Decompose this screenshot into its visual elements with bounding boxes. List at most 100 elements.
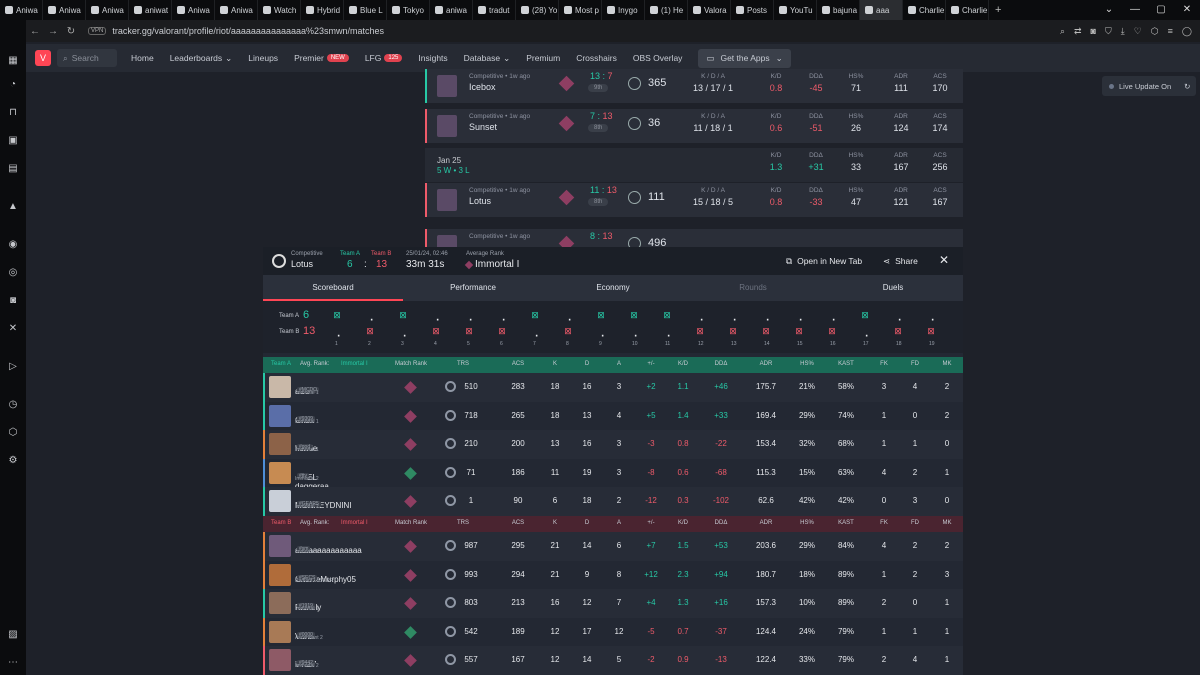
minimize-tabs-button[interactable]: ⌄: [1096, 0, 1122, 20]
settings-icon[interactable]: ⚙: [7, 454, 19, 466]
aria-icon[interactable]: ▲: [7, 200, 19, 212]
whatsapp-icon[interactable]: ◎: [7, 266, 19, 278]
browser-tab[interactable]: Inygo: [602, 0, 645, 20]
browser-tab[interactable]: YouTu: [774, 0, 817, 20]
column-header[interactable]: MK: [927, 361, 963, 367]
extensions-icon[interactable]: ⬡: [7, 426, 19, 438]
match-row[interactable]: Competitive • 1w ago Lotus 11 : 13 8th 111 K …: [425, 183, 963, 217]
browser-tab[interactable]: Aniwa: [43, 0, 86, 20]
nav-lineups[interactable]: Lineups: [248, 53, 278, 63]
column-header[interactable]: KAST: [826, 520, 866, 526]
browser-tab[interactable]: (28) Yo: [516, 0, 559, 20]
zoom-icon[interactable]: ⌕: [1060, 26, 1065, 37]
column-header[interactable]: ACS: [498, 361, 538, 367]
column-header[interactable]: HS%: [787, 520, 827, 526]
column-header[interactable]: DDΔ: [701, 520, 741, 526]
download-icon[interactable]: ⤓: [1121, 26, 1125, 37]
minimize-button[interactable]: —: [1122, 0, 1148, 20]
round-marker[interactable]: ⊠: [628, 309, 640, 321]
nav-insights[interactable]: Insights: [418, 53, 447, 63]
browser-tab[interactable]: Charlie: [903, 0, 946, 20]
browser-tab[interactable]: aniwa: [430, 0, 473, 20]
player-row[interactable]: VitKill#0000Ascendant 2542189121712-50.7…: [263, 617, 963, 647]
column-header[interactable]: HS%: [787, 361, 827, 367]
tab-rounds[interactable]: Rounds: [683, 275, 823, 301]
open-new-tab-button[interactable]: ⧉ Open in New Tab: [786, 256, 862, 267]
forward-icon[interactable]: →: [44, 26, 62, 37]
nav-home[interactable]: Home: [131, 53, 154, 63]
player-row[interactable]: EL daggeraa #ttv Immortal 2 71 186 11 19 3 -8 0.6…: [263, 458, 963, 491]
camera-icon[interactable]: ◙: [1091, 26, 1096, 37]
column-header[interactable]: TRS: [443, 520, 483, 526]
nav-database[interactable]: Database ⌄: [464, 53, 511, 64]
player-icon[interactable]: ▷: [7, 360, 19, 372]
browser-tab[interactable]: Aniwa: [172, 0, 215, 20]
browser-tab[interactable]: Posts: [731, 0, 774, 20]
share-button[interactable]: ⋖ Share: [883, 256, 918, 267]
player-row[interactable]: Richely#1919Immortal 180321316127+41.3+1…: [263, 589, 963, 618]
get-apps-button[interactable]: ▭ Get the Apps ⌄: [698, 48, 791, 68]
player-row[interactable]: aCe#MCDOImmortal 151028318163+21.1+46175…: [263, 373, 963, 402]
round-marker[interactable]: ⊠: [529, 309, 541, 321]
nav-leaderboards[interactable]: Leaderboards ⌄: [170, 53, 233, 64]
player-row[interactable]: aaaaaaaaaaaaaaa #sm Immortal 1 987 295 21 14 6 +…: [263, 532, 963, 561]
browser-tab[interactable]: tradut: [473, 0, 516, 20]
match-row[interactable]: Competitive • 1w ago Sunset 7 : 13 8th 36 K /…: [425, 109, 963, 143]
tracker-logo[interactable]: V: [35, 50, 51, 66]
column-header[interactable]: TRS: [443, 361, 483, 367]
browser-tab[interactable]: Valora: [688, 0, 731, 20]
browser-tab[interactable]: Aniwa: [215, 0, 258, 20]
shield-icon[interactable]: ⛉: [1105, 26, 1112, 37]
column-header[interactable]: DDΔ: [701, 361, 741, 367]
twitch-icon[interactable]: ▣: [7, 134, 19, 146]
url-field[interactable]: tracker.gg/valorant/profile/riot/aaaaaaa…: [112, 26, 384, 36]
round-marker[interactable]: ⊠: [331, 309, 343, 321]
live-update-toggle[interactable]: Live Update On ↻: [1102, 76, 1196, 96]
browser-tab[interactable]: Hybrid: [301, 0, 344, 20]
browser-tab[interactable]: Most p: [559, 0, 602, 20]
nav-lfg[interactable]: LFG 125: [365, 53, 403, 63]
maximize-button[interactable]: ▢: [1148, 0, 1174, 20]
vpn-badge[interactable]: VPN: [88, 27, 107, 35]
browser-tab[interactable]: bajuna: [817, 0, 860, 20]
browser-tab[interactable]: aniwat: [129, 0, 172, 20]
x-icon[interactable]: ✕: [7, 322, 19, 334]
browser-tab[interactable]: Blue L: [344, 0, 387, 20]
column-header[interactable]: K/D: [663, 361, 703, 367]
column-header[interactable]: K/D: [663, 520, 703, 526]
tab-economy[interactable]: Economy: [543, 275, 683, 301]
close-window-button[interactable]: ✕: [1174, 0, 1200, 20]
profile-icon[interactable]: ◯: [1182, 26, 1192, 37]
tab-duels[interactable]: Duels: [823, 275, 963, 301]
player-row[interactable]: hornie#godImmortal 121020013163-30.8-221…: [263, 430, 963, 459]
reload-icon[interactable]: ↻: [62, 26, 80, 37]
column-header[interactable]: KAST: [826, 361, 866, 367]
player-row[interactable]: Ghstt#9309Immortal 171826518134+51.4+331…: [263, 401, 963, 431]
messenger-icon[interactable]: ◉: [7, 238, 19, 250]
round-marker[interactable]: ⊠: [397, 309, 409, 321]
browser-tab[interactable]: (1) He: [645, 0, 688, 20]
nav-premium[interactable]: Premium: [526, 53, 560, 63]
browser-tab[interactable]: Aniwa: [86, 0, 129, 20]
heart-icon[interactable]: ♡: [1134, 26, 1142, 37]
column-header[interactable]: Match Rank: [391, 361, 431, 367]
nav-obs-overlay[interactable]: OBS Overlay: [633, 53, 683, 63]
nav-crosshairs[interactable]: Crosshairs: [576, 53, 617, 63]
browser-tab[interactable]: Watch: [258, 0, 301, 20]
browser-tab[interactable]: Aniwa: [0, 0, 43, 20]
column-header[interactable]: Match Rank: [391, 520, 431, 526]
nav-premier[interactable]: Premier NEW: [294, 53, 349, 63]
close-icon[interactable]: ✕: [939, 253, 949, 267]
round-marker[interactable]: ⊠: [859, 309, 871, 321]
speed-dial-icon[interactable]: ◔: [7, 78, 19, 90]
feed-icon[interactable]: ▤: [7, 162, 19, 174]
player-row[interactable]: MONKEYDNINI #GEAR5 Immortal 2 1 90 6 18 2 -12 0.3…: [263, 487, 963, 516]
browser-tab[interactable]: aaa: [860, 0, 903, 20]
instagram-icon[interactable]: ◙: [7, 294, 19, 306]
match-row[interactable]: Competitive • 1w ago Icebox 13 : 7 9th 365 K …: [425, 69, 963, 103]
shopping-bag-icon[interactable]: ⊓: [7, 106, 19, 118]
tab-scoreboard[interactable]: Scoreboard: [263, 275, 403, 301]
browser-tab[interactable]: Tokyo: [387, 0, 430, 20]
column-header[interactable]: MK: [927, 520, 963, 526]
menu-icon[interactable]: ≡: [1168, 26, 1173, 37]
